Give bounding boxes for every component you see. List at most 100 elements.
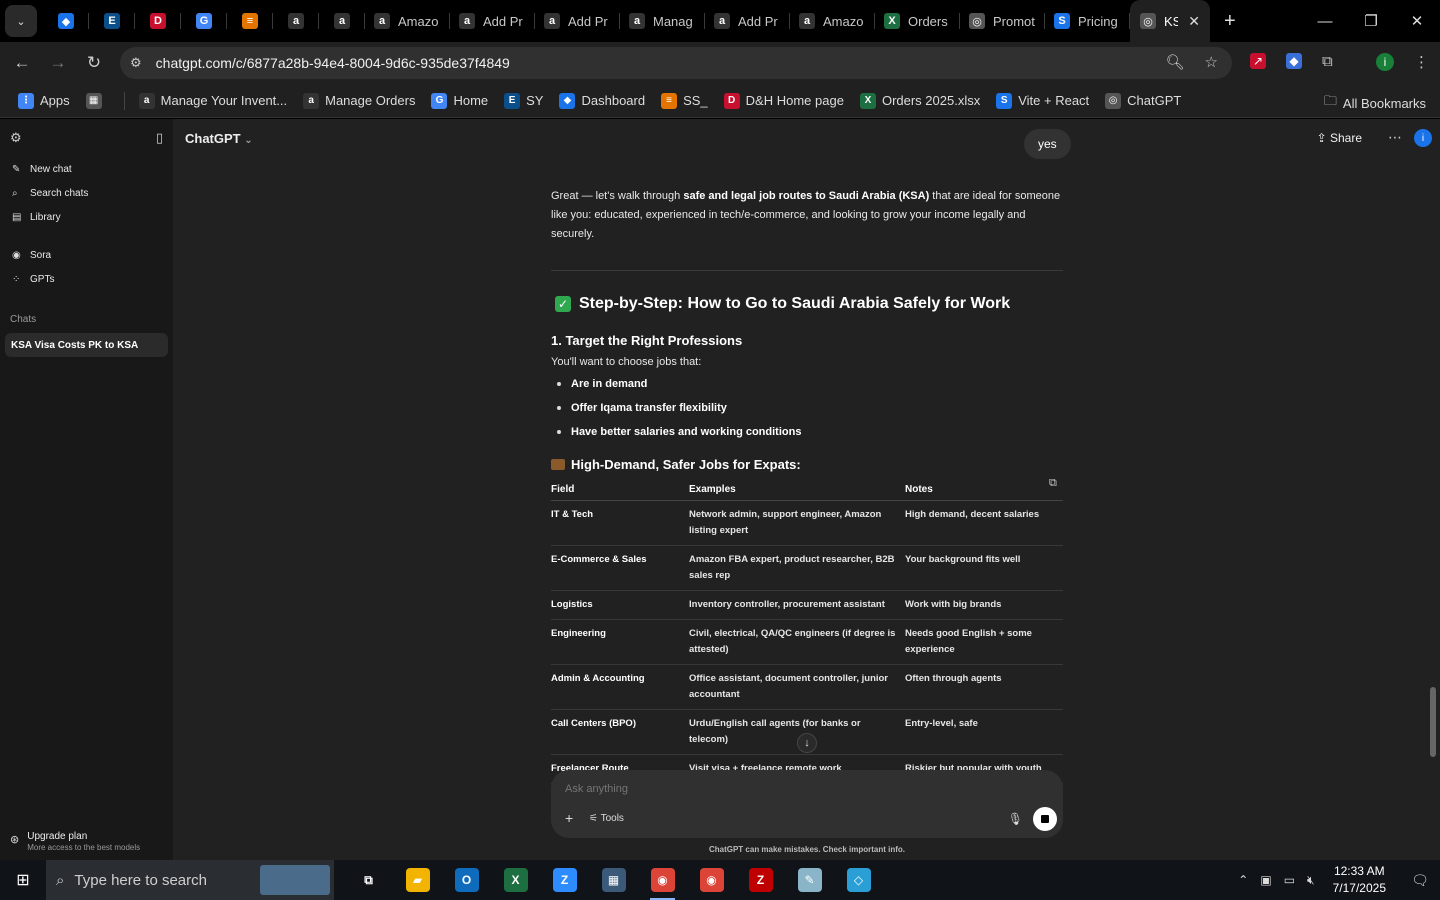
zoom-taskbar-button[interactable]: Z — [540, 860, 589, 900]
upgrade-plan-button[interactable]: ⊛ Upgrade plan More access to the best m… — [10, 831, 140, 852]
g-icon: G — [431, 92, 448, 109]
close-window-button[interactable]: ✕ — [1394, 0, 1440, 42]
sidebar-item-search-chats[interactable]: ⌕ Search chats — [0, 181, 173, 205]
back-button[interactable]: ← — [4, 53, 40, 73]
share-button[interactable]: ⇪ Share — [1317, 131, 1362, 145]
outlook-taskbar-button[interactable]: O — [442, 860, 491, 900]
excel-taskbar-button[interactable]: X — [491, 860, 540, 900]
windows-start-button[interactable]: ⊞ — [0, 860, 46, 900]
notification-icon[interactable]: 🗨︎ — [1400, 872, 1440, 889]
filezilla-taskbar-button[interactable]: Z — [736, 860, 785, 900]
bookmark-item[interactable]: a Manage Orders — [303, 92, 415, 109]
reload-button[interactable]: ↻ — [76, 53, 112, 73]
attach-plus-icon[interactable]: + — [565, 810, 573, 826]
minimize-button[interactable]: — — [1302, 0, 1348, 42]
sidebar-item-new-chat[interactable]: ✎ New chat — [0, 157, 173, 181]
bookmarks-bar: ⋮ Apps ▦ a Manage Your Invent... a Manage Orde… — [0, 84, 1440, 118]
zoom-icon[interactable]: 🔍︎ — [1166, 53, 1185, 71]
profile-avatar[interactable]: i — [1376, 53, 1394, 71]
bookmark-item[interactable]: ▦ — [85, 92, 108, 109]
prompt-input[interactable] — [565, 780, 965, 798]
scrollbar-thumb[interactable] — [1430, 687, 1436, 757]
extensions-puzzle-icon[interactable]: ⧉ — [1322, 53, 1333, 70]
bookmark-item[interactable]: S Vite + React — [996, 92, 1089, 109]
display-icon[interactable]: ▭ — [1284, 873, 1295, 887]
tab-14[interactable]: ◎ Promot — [960, 0, 1045, 42]
copy-table-icon[interactable]: ⧉ — [1049, 477, 1057, 490]
bookmark-item[interactable]: G Home — [431, 92, 488, 109]
network-icon[interactable]: ▣ — [1260, 873, 1271, 887]
bookmark-star-icon[interactable]: ☆ — [1205, 53, 1218, 71]
tab-search-button[interactable]: ⌄ — [5, 5, 37, 37]
bookmark-item[interactable]: ◆ Dashboard — [559, 92, 645, 109]
bookmark-item[interactable]: ≡ SS_ — [661, 92, 708, 109]
close-sidebar-icon[interactable]: ▯ — [156, 130, 163, 146]
tab-13[interactable]: X Orders — [875, 0, 960, 42]
volume-muted-icon[interactable]: 🔇︎ — [1307, 873, 1315, 888]
extension-icon[interactable]: ↗ — [1250, 53, 1266, 69]
tab-0[interactable]: ◆ — [43, 0, 89, 42]
tab-1[interactable]: E — [89, 0, 135, 42]
tab-10[interactable]: a Manag — [620, 0, 705, 42]
step-heading: ✓ Step-by-Step: How to Go to Saudi Arabia… — [551, 295, 1063, 313]
intro-bold: safe and legal job routes to Saudi Arabi… — [683, 190, 930, 202]
address-bar[interactable]: ⚙ chatgpt.com/c/6877a28b-94e4-8004-9d6c-… — [120, 47, 1232, 79]
tab-6[interactable]: a — [319, 0, 365, 42]
bookmark-item[interactable]: ⋮ Apps — [18, 92, 70, 109]
tab-7[interactable]: a Amazo — [365, 0, 450, 42]
all-bookmarks-button[interactable]: 🗀 All Bookmarks — [1324, 92, 1426, 114]
tab-4[interactable]: ≡ — [227, 0, 273, 42]
openai-logo-icon[interactable]: ⚙ — [10, 130, 22, 146]
tab-3[interactable]: G — [181, 0, 227, 42]
restore-button[interactable]: ❐ — [1348, 0, 1394, 42]
tools-button[interactable]: ⚟ Tools — [589, 813, 624, 824]
model-selector[interactable]: ChatGPT ⌄ — [185, 131, 253, 146]
account-avatar[interactable]: i — [1414, 129, 1432, 147]
site-info-icon[interactable]: ⚙ — [130, 55, 142, 71]
sidebar-item-sora[interactable]: ◉ Sora — [0, 243, 173, 267]
stack-icon: ≡ — [242, 13, 258, 29]
tab-5[interactable]: a — [273, 0, 319, 42]
notes-taskbar-button[interactable]: ✎ — [785, 860, 834, 900]
sidebar-item-library[interactable]: ▤ Library — [0, 205, 173, 229]
calculator-taskbar-button[interactable]: ▦ — [589, 860, 638, 900]
sidebar-chat-item[interactable]: KSA Visa Costs PK to KSA — [5, 333, 168, 357]
chrome-taskbar-button[interactable]: ◉ — [638, 860, 687, 900]
tab-9[interactable]: a Add Pr — [535, 0, 620, 42]
s-icon: S — [996, 92, 1013, 109]
tab-12[interactable]: a Amazo — [790, 0, 875, 42]
tab-8[interactable]: a Add Pr — [450, 0, 535, 42]
task-view-taskbar-button[interactable]: ⧉ — [344, 860, 393, 900]
notes-icon: ✎ — [797, 868, 822, 892]
chevron-up-icon[interactable]: ⌃ — [1238, 873, 1248, 887]
clock[interactable]: 12:33 AM 7/17/2025 — [1333, 863, 1386, 897]
tab-active[interactable]: ◎ KS ✕ — [1130, 0, 1210, 42]
table-cell: Needs good English + some experience — [905, 619, 1063, 665]
bookmark-item[interactable]: ◎ ChatGPT — [1105, 92, 1181, 109]
table-cell: Your background fits well — [905, 545, 1063, 591]
sidebar-item-gpts[interactable]: ⁘ GPTs — [0, 267, 173, 291]
new-tab-button[interactable]: + — [1224, 10, 1236, 33]
tab-title: Promot — [993, 13, 1035, 29]
bookmark-separator — [123, 91, 125, 110]
close-tab-icon[interactable]: ✕ — [1188, 13, 1200, 30]
more-options-icon[interactable]: ⋯ — [1388, 129, 1402, 146]
chrome-profile-taskbar-button[interactable]: ◉ — [687, 860, 736, 900]
tab-11[interactable]: a Add Pr — [705, 0, 790, 42]
stop-icon — [1041, 815, 1049, 823]
vscode-taskbar-button[interactable]: ◇ — [834, 860, 883, 900]
extension-icon[interactable]: ◆ — [1286, 53, 1302, 69]
bookmark-item[interactable]: X Orders 2025.xlsx — [859, 92, 980, 109]
tab-15[interactable]: S Pricing — [1045, 0, 1130, 42]
bookmark-item[interactable]: D D&H Home page — [723, 92, 844, 109]
tab-2[interactable]: D — [135, 0, 181, 42]
taskbar-search[interactable]: ⌕ Type here to search — [46, 860, 334, 900]
browser-menu-icon[interactable]: ⋮ — [1414, 53, 1429, 71]
forward-button[interactable]: → — [40, 53, 76, 73]
microphone-icon[interactable]: 🎙︎ — [1008, 812, 1023, 826]
bookmark-item[interactable]: a Manage Your Invent... — [138, 92, 287, 109]
scroll-to-bottom-button[interactable]: ↓ — [797, 733, 817, 753]
stop-generating-button[interactable] — [1033, 807, 1057, 831]
file-explorer-taskbar-button[interactable]: ▰ — [393, 860, 442, 900]
bookmark-item[interactable]: E SY — [504, 92, 543, 109]
